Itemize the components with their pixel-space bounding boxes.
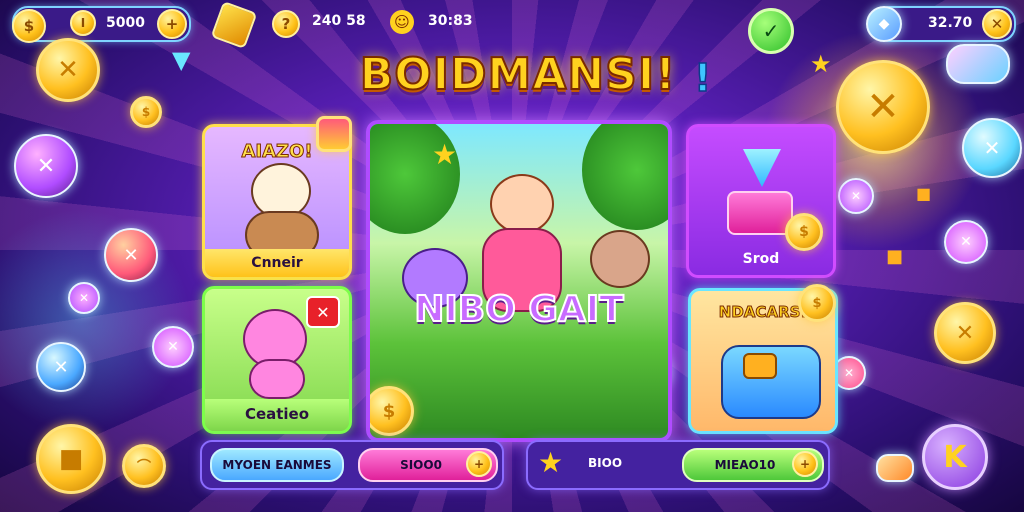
treasure-box	[727, 191, 793, 235]
coin-icon: $	[130, 96, 162, 128]
coin-icon: $	[798, 284, 836, 322]
add-coins-button[interactable]: +	[157, 9, 187, 39]
coin-icon: ✕	[934, 302, 996, 364]
coin-counter: $ I 5000 +	[12, 6, 191, 43]
gem-coin-icon: ✕	[68, 282, 100, 314]
coin-icon: ■	[36, 424, 106, 494]
bottom-right-bar: ★ BIOO MIEAO10 +	[526, 440, 830, 490]
featured-game-title: NIBO GAIT	[413, 288, 624, 331]
my-games-button[interactable]: MYOEN EANMES	[210, 448, 344, 482]
coin-icon: ⌒	[122, 444, 166, 488]
gem-coin-icon: ✕	[152, 326, 194, 368]
star-icon: ★	[432, 138, 458, 171]
gem-coin-icon: ✕	[36, 342, 86, 392]
back-button[interactable]: K	[922, 424, 988, 490]
big-coin-icon: ✕	[836, 60, 930, 154]
bottom-left-bar: MYOEN EANMES SIOO0 +	[200, 440, 504, 490]
bear-body	[249, 359, 305, 399]
coin-icon: ✕	[36, 38, 100, 102]
coin-value: 5000	[106, 15, 145, 31]
diamond-icon: ▼	[172, 46, 191, 74]
right-counter: ◆ 32.70 ✕	[866, 6, 1016, 42]
gamepad-screen	[743, 353, 777, 379]
shop-button[interactable]: SIOO0 +	[358, 448, 498, 482]
girl-character	[490, 174, 554, 234]
stat-1-value: 240 58	[312, 13, 366, 29]
card-top-left-label: Cnneir	[251, 255, 303, 271]
trophy-icon: ?	[272, 10, 300, 38]
gift-icon	[316, 116, 352, 152]
star-icon: ★	[538, 446, 564, 479]
gem-coin-icon: ✕	[944, 220, 988, 264]
gem-coin-icon: ✕	[962, 118, 1022, 178]
star-icon: ■	[886, 246, 904, 267]
coin-icon: $	[370, 386, 414, 436]
game-title: BOIDMANSI!	[359, 48, 677, 101]
featured-game-card[interactable]: NIBO GAIT $ ★	[366, 120, 672, 442]
gem-coin-icon: ✕	[14, 134, 78, 198]
close-card-button[interactable]: ✕	[306, 296, 340, 328]
diamond-icon: ◆	[866, 6, 902, 42]
close-button[interactable]: ✕	[982, 9, 1012, 39]
smile-icon: ☺	[390, 10, 414, 34]
coin-icon: $	[785, 213, 823, 251]
star-count: BIOO	[588, 456, 623, 470]
gem-coin-icon: ✕	[838, 178, 874, 214]
gem-coin-icon: ✕	[104, 228, 158, 282]
check-button[interactable]: ✓	[748, 8, 794, 54]
shop-button-label: SIOO0	[400, 458, 442, 472]
card-top-right[interactable]: $ Srod	[686, 124, 836, 278]
coin-small-icon: I	[70, 10, 96, 36]
stat-2-value: 30:83	[428, 13, 473, 29]
coin-icon: $	[12, 9, 46, 43]
gem-coin-icon	[876, 454, 914, 482]
right-value: 32.70	[928, 15, 973, 31]
brown-bear	[590, 230, 650, 288]
card-top-right-label: Srod	[742, 251, 780, 267]
gem-coin-icon	[946, 44, 1010, 84]
tree-foliage	[582, 124, 668, 230]
star-icon: ■	[916, 184, 932, 203]
play-button[interactable]: MIEAO10 +	[682, 448, 824, 482]
exclamation-icon: !	[693, 55, 712, 101]
diamond-icon	[743, 149, 781, 187]
star-icon: ★	[810, 50, 832, 78]
play-button-label: MIEAO10	[714, 458, 776, 472]
plus-icon: +	[792, 451, 818, 477]
card-bottom-left-label: Ceatieo	[244, 405, 310, 423]
plus-icon: +	[466, 451, 492, 477]
